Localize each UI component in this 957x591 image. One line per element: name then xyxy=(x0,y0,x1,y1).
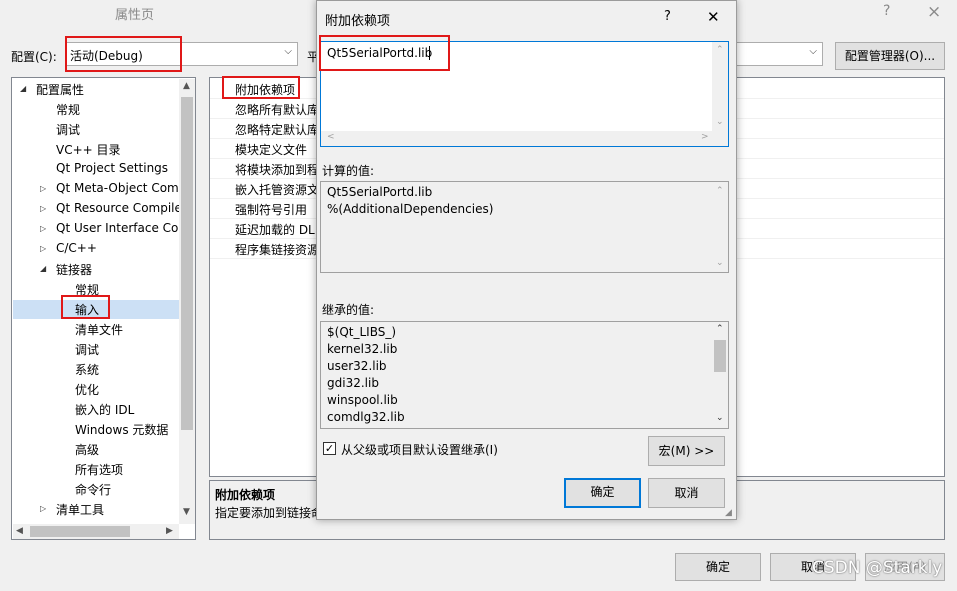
tree-item[interactable]: 配置属性 xyxy=(36,81,84,98)
grid-row-label: 模块定义文件 xyxy=(235,143,308,157)
tree-item[interactable]: 调试 xyxy=(56,121,80,138)
tree-item[interactable]: 常规 xyxy=(56,101,80,118)
window-close-icon[interactable]: × xyxy=(927,2,941,22)
computed-values-box: Qt5SerialPortd.lib %(AdditionalDependenc… xyxy=(320,181,729,273)
window-help-icon[interactable]: ? xyxy=(883,3,890,19)
inherited-value: kernel32.lib xyxy=(327,342,398,356)
tree-item[interactable]: 调试 xyxy=(75,341,99,358)
highlight-edit-value xyxy=(319,35,450,71)
inherited-value: comdlg32.lib xyxy=(327,410,405,424)
collapse-arrow-icon[interactable]: ◢ xyxy=(40,264,46,273)
expand-arrow-icon[interactable]: ▷ xyxy=(40,204,46,213)
tree-item[interactable]: 优化 xyxy=(75,381,99,398)
watermark: CSDN @Starkly xyxy=(812,558,943,578)
expand-arrow-icon[interactable]: ▷ xyxy=(40,244,46,253)
scroll-down-icon[interactable]: ⌄ xyxy=(716,117,724,127)
inherited-values-label: 继承的值: xyxy=(322,303,375,317)
edit-horizontal-scrollbar[interactable]: < > xyxy=(321,131,728,146)
tree-item[interactable]: 清单工具 xyxy=(56,501,104,518)
checkmark-icon: ✓ xyxy=(324,442,335,455)
dialog-help-icon[interactable]: ? xyxy=(664,9,671,24)
tree-vertical-scrollbar[interactable]: ▲ ▼ xyxy=(179,79,195,524)
scroll-down-icon[interactable]: ⌄ xyxy=(716,413,724,423)
tree-item[interactable]: 所有选项 xyxy=(75,461,123,478)
scroll-right-icon[interactable]: ▶ xyxy=(166,526,173,536)
inherited-values-box: $(Qt_LIBS_) kernel32.lib user32.lib gdi32.l… xyxy=(320,321,729,429)
tree-item[interactable]: C/C++ xyxy=(56,241,97,255)
resize-grip-icon[interactable]: ◢ xyxy=(725,508,732,518)
inherited-scroll-thumb[interactable] xyxy=(714,340,726,372)
computed-values-label: 计算的值: xyxy=(322,164,375,178)
grid-row-label: 延迟加载的 DL xyxy=(235,223,315,237)
dialog-title: 附加依赖项 xyxy=(325,14,391,29)
highlight-property xyxy=(222,76,300,99)
chevron-down-icon: ⌵ xyxy=(284,46,292,57)
grid-row-label: 强制符号引用 xyxy=(235,203,308,217)
tree-scroll-thumb[interactable] xyxy=(181,97,193,430)
scroll-left-icon[interactable]: < xyxy=(327,132,335,142)
expand-arrow-icon[interactable]: ▷ xyxy=(40,224,46,233)
scroll-up-icon[interactable]: ⌃ xyxy=(716,186,724,196)
additional-dependencies-dialog: 附加依赖项 ? ✕ Qt5SerialPortd.lib ⌃ ⌄ < > 计算的… xyxy=(316,0,737,520)
tree-hscroll-thumb[interactable] xyxy=(30,526,130,537)
scroll-down-icon[interactable]: ⌄ xyxy=(716,258,724,268)
inherited-value: winspool.lib xyxy=(327,393,398,407)
platform-combo[interactable]: ⌵ xyxy=(735,42,823,66)
tree-item[interactable]: 高级 xyxy=(75,441,99,458)
config-label: 配置(C): xyxy=(11,50,57,64)
tree-horizontal-scrollbar[interactable]: ◀ ▶ xyxy=(13,524,179,539)
tree-item[interactable]: 系统 xyxy=(75,361,99,378)
grid-row-label: 忽略特定默认库 xyxy=(235,123,320,137)
scroll-up-icon[interactable]: ▲ xyxy=(183,81,190,91)
description-text: 指定要添加到链接命 xyxy=(215,506,324,520)
tree-item[interactable]: Qt Resource Compile xyxy=(56,201,182,215)
tree-item[interactable]: Windows 元数据 xyxy=(75,421,168,438)
config-manager-button[interactable]: 配置管理器(O)... xyxy=(835,42,945,70)
dialog-ok-button[interactable]: 确定 xyxy=(564,478,641,508)
grid-row-label: 嵌入托管资源文 xyxy=(235,183,320,197)
tree-item[interactable]: 链接器 xyxy=(56,261,92,278)
inherited-value: user32.lib xyxy=(327,359,387,373)
tree-item[interactable]: 嵌入的 IDL xyxy=(75,401,134,418)
highlight-config xyxy=(65,36,182,72)
inherited-value: $(Qt_LIBS_) xyxy=(327,325,397,339)
macro-button[interactable]: 宏(M) >> xyxy=(648,436,725,466)
chevron-down-icon: ⌵ xyxy=(809,46,817,57)
collapse-arrow-icon[interactable]: ◢ xyxy=(20,84,26,93)
tree-item[interactable]: Qt Meta-Object Com xyxy=(56,181,179,195)
expand-arrow-icon[interactable]: ▷ xyxy=(40,184,46,193)
scroll-right-icon[interactable]: > xyxy=(701,132,709,142)
scroll-down-icon[interactable]: ▼ xyxy=(183,507,190,517)
scroll-up-icon[interactable]: ⌃ xyxy=(716,324,724,334)
computed-value-1: Qt5SerialPortd.lib xyxy=(327,185,433,199)
inherited-vertical-scrollbar[interactable]: ⌃ ⌄ xyxy=(712,322,728,428)
tree-item[interactable]: 命令行 xyxy=(75,481,111,498)
grid-row-label: 程序集链接资源 xyxy=(235,243,320,257)
window-title: 属性页 xyxy=(115,8,155,23)
scroll-up-icon[interactable]: ⌃ xyxy=(716,45,724,55)
computed-value-2: %(AdditionalDependencies) xyxy=(327,202,494,216)
scroll-left-icon[interactable]: ◀ xyxy=(16,526,23,536)
dialog-cancel-button[interactable]: 取消 xyxy=(648,478,725,508)
description-title: 附加依赖项 xyxy=(215,488,276,502)
tree-item[interactable]: 清单文件 xyxy=(75,321,123,338)
dialog-close-icon[interactable]: ✕ xyxy=(707,8,720,26)
grid-row-label: 将模块添加到程 xyxy=(235,163,320,177)
inherit-checkbox-label[interactable]: 从父级或项目默认设置继承(I) xyxy=(341,441,498,458)
inherit-checkbox[interactable]: ✓ xyxy=(323,442,336,455)
expand-arrow-icon[interactable]: ▷ xyxy=(40,504,46,513)
edit-vertical-scrollbar[interactable]: ⌃ ⌄ xyxy=(712,42,728,131)
inherited-value: gdi32.lib xyxy=(327,376,379,390)
tree-item[interactable]: Qt User Interface Co xyxy=(56,221,178,235)
tree-item[interactable]: VC++ 目录 xyxy=(56,141,121,158)
highlight-input-node xyxy=(61,295,110,319)
tree-item[interactable]: Qt Project Settings xyxy=(56,161,168,175)
grid-row-label: 忽略所有默认库 xyxy=(235,103,320,117)
footer-ok-button[interactable]: 确定 xyxy=(675,553,761,581)
